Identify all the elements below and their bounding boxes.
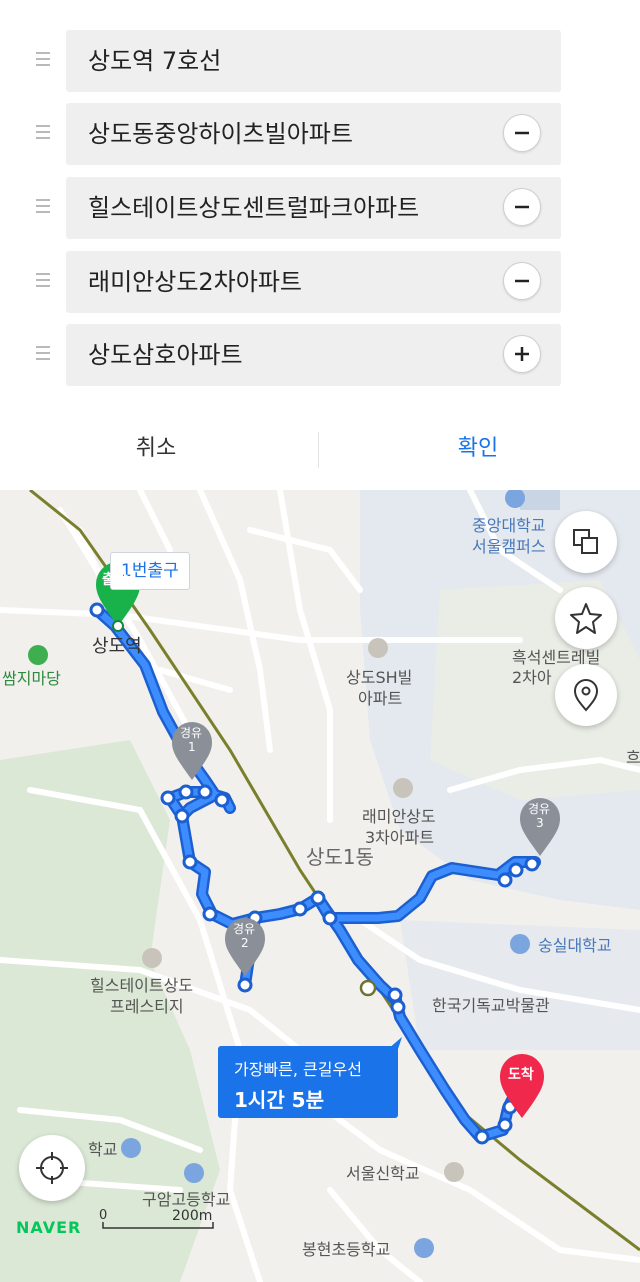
waypoint-field-via-3[interactable]: 래미안상도2차아파트 bbox=[66, 251, 561, 313]
waypoint-row: 상도역 7호선 bbox=[0, 30, 640, 92]
scale-distance: 200m bbox=[172, 1208, 213, 1224]
start-marker-label: 출발 bbox=[102, 572, 128, 588]
station-dot bbox=[359, 979, 377, 997]
minus-icon bbox=[515, 205, 529, 209]
minus-icon bbox=[515, 279, 529, 283]
route-duration: 1시간 5분 bbox=[234, 1088, 324, 1112]
remove-waypoint-button[interactable] bbox=[503, 262, 541, 300]
map-label-dong: 상도1동 bbox=[306, 845, 374, 869]
end-marker-label: 도착 bbox=[508, 1067, 534, 1083]
location-pin-icon bbox=[573, 679, 599, 712]
remove-waypoint-button[interactable] bbox=[503, 114, 541, 152]
layers-icon bbox=[573, 529, 598, 554]
via-marker-2-label: 경유 bbox=[233, 922, 256, 936]
building bbox=[520, 490, 560, 510]
my-location-icon bbox=[36, 1152, 68, 1184]
via-marker-2-number: 2 bbox=[241, 936, 249, 950]
plus-icon bbox=[515, 347, 529, 361]
favorite-button[interactable] bbox=[555, 587, 617, 649]
action-bar: 취소 확인 bbox=[0, 410, 640, 490]
remove-waypoint-button[interactable] bbox=[503, 188, 541, 226]
add-waypoint-button[interactable] bbox=[503, 335, 541, 373]
map-label-soongsil[interactable]: 숭실대학교 bbox=[538, 936, 612, 956]
layers-button[interactable] bbox=[555, 511, 617, 573]
map-label-edge: 흐 bbox=[626, 748, 640, 767]
map-canvas bbox=[0, 490, 640, 1282]
waypoint-field-via-1[interactable]: 상도동중앙하이츠빌아파트 bbox=[66, 103, 561, 165]
via-marker-3-label: 경유 bbox=[528, 802, 551, 816]
waypoint-row: 래미안상도2차아파트 bbox=[0, 251, 640, 313]
drag-handle-icon[interactable] bbox=[36, 52, 50, 68]
map-label-station[interactable]: 상도역 bbox=[92, 637, 142, 657]
route-option-label: 가장빠른, 큰길우선 bbox=[234, 1060, 362, 1079]
bubble-pointer bbox=[388, 1037, 402, 1049]
via-marker-1-number: 1 bbox=[188, 740, 196, 754]
star-icon bbox=[570, 603, 602, 634]
map-label-chungang-1[interactable]: 중앙대학교 bbox=[472, 516, 546, 536]
map-label-sangdo-sh-2[interactable]: 아파트 bbox=[358, 689, 402, 709]
map-label-museum[interactable]: 한국기독교박물관 bbox=[432, 996, 550, 1016]
map-label-chungang-2[interactable]: 서울캠퍼스 bbox=[472, 537, 546, 557]
map-label-raemian-2[interactable]: 3차아파트 bbox=[365, 828, 434, 848]
confirm-button[interactable]: 확인 bbox=[328, 410, 628, 490]
drag-handle-icon[interactable] bbox=[36, 346, 50, 362]
waypoint-field-via-2[interactable]: 힐스테이트상도센트럴파크아파트 bbox=[66, 177, 561, 239]
waypoint-field-start[interactable]: 상도역 7호선 bbox=[66, 30, 561, 92]
map-label-heukseok-2[interactable]: 2차아 bbox=[512, 668, 552, 688]
via-marker-1-label: 경유 bbox=[180, 726, 203, 740]
divider bbox=[318, 432, 319, 468]
drag-handle-icon[interactable] bbox=[36, 199, 50, 215]
route-info-bubble[interactable]: 가장빠른, 큰길우선 1시간 5분 bbox=[218, 1046, 398, 1118]
map-label-bonghyeon[interactable]: 봉현초등학교 bbox=[302, 1240, 390, 1260]
map-view[interactable]: 1번출구 상도역 쌈지마당 중앙대학교 서울캠퍼스 흑석센트레빌 2차아 상도S… bbox=[0, 490, 640, 1282]
map-label-raemian-1[interactable]: 래미안상도 bbox=[362, 807, 436, 827]
waypoint-panel: 상도역 7호선 상도동중앙하이츠빌아파트 힐스테이트상도센트럴파크아파트 래미안… bbox=[0, 0, 640, 410]
waypoint-row: 힐스테이트상도센트럴파크아파트 bbox=[0, 177, 640, 239]
map-label-hillstate-2[interactable]: 프레스티지 bbox=[110, 997, 184, 1017]
map-label-seoulsin[interactable]: 서울신학교 bbox=[346, 1164, 420, 1184]
waypoint-row: 상도동중앙하이츠빌아파트 bbox=[0, 103, 640, 165]
cancel-button[interactable]: 취소 bbox=[6, 410, 306, 490]
scale-zero: 0 bbox=[99, 1208, 108, 1223]
drag-handle-icon[interactable] bbox=[36, 125, 50, 141]
map-label-school[interactable]: 학교 bbox=[88, 1140, 117, 1160]
location-pin-button[interactable] bbox=[555, 664, 617, 726]
my-location-button[interactable] bbox=[19, 1135, 85, 1201]
map-label-hillstate-1[interactable]: 힐스테이트상도 bbox=[90, 976, 193, 996]
map-label-ssamji[interactable]: 쌈지마당 bbox=[2, 669, 61, 689]
waypoint-row: 상도삼호아파트 bbox=[0, 324, 640, 386]
naver-logo[interactable]: NAVER bbox=[16, 1218, 81, 1238]
map-label-sangdo-sh-1[interactable]: 상도SH빌 bbox=[346, 668, 412, 688]
via-marker-3-number: 3 bbox=[536, 816, 544, 830]
minus-icon bbox=[515, 131, 529, 135]
waypoint-field-destination[interactable]: 상도삼호아파트 bbox=[66, 324, 561, 386]
drag-handle-icon[interactable] bbox=[36, 273, 50, 289]
